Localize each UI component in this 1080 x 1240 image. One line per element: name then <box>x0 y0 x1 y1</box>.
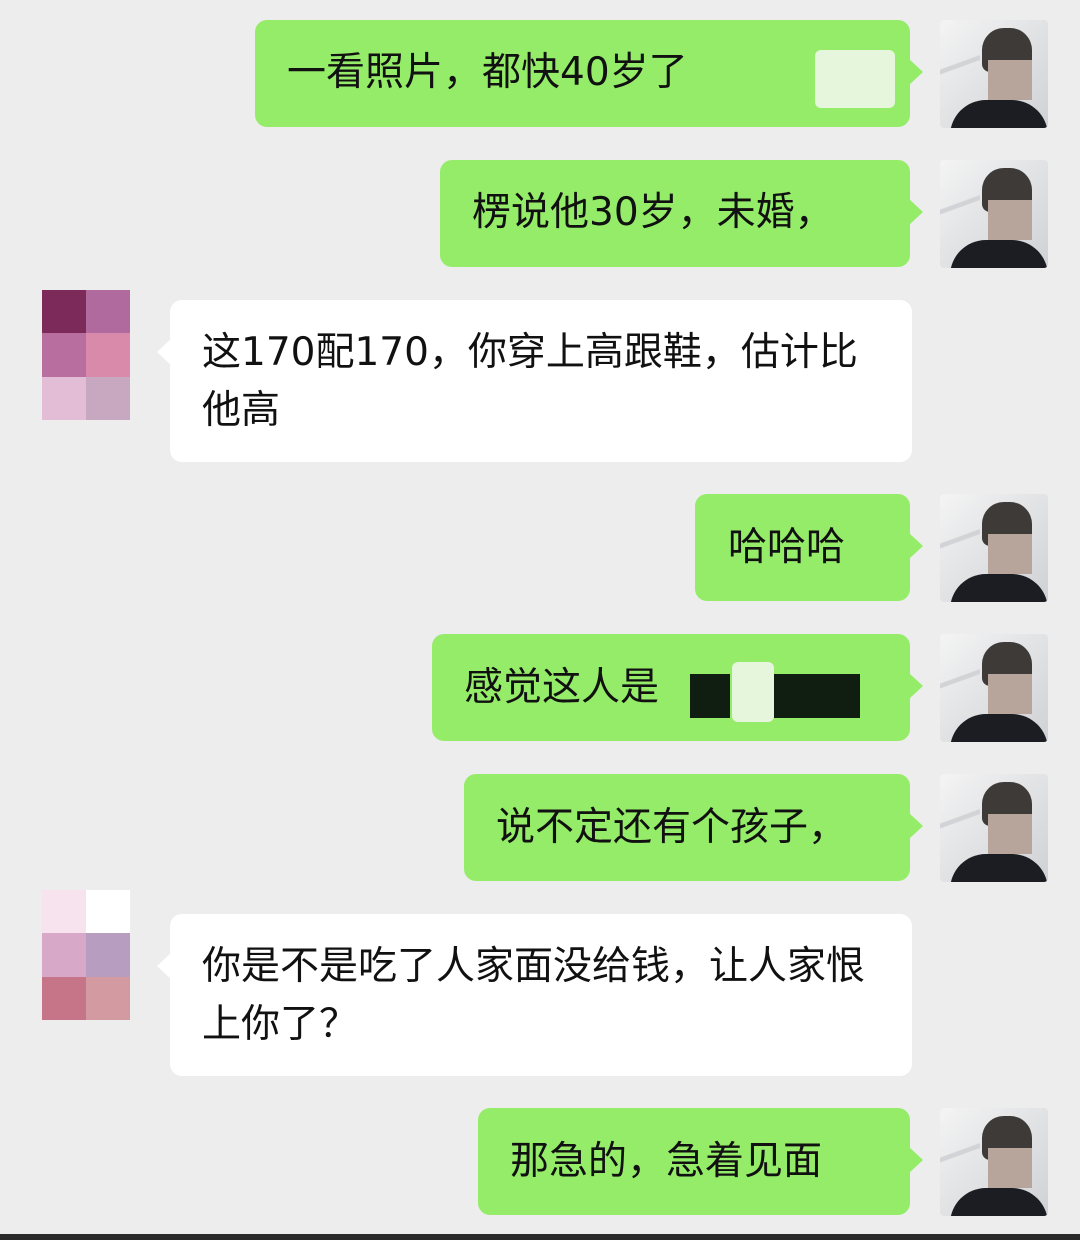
redaction-block <box>690 674 730 718</box>
bottom-edge <box>0 1234 1080 1240</box>
message-bubble[interactable]: 一看照片，都快40岁了 <box>255 20 923 127</box>
message-bubble[interactable]: 你是不是吃了人家面没给钱，让人家恨上你了？ <box>157 914 912 1076</box>
message-text: 楞说他30岁，未婚， <box>472 190 834 235</box>
my-avatar[interactable] <box>940 774 1048 882</box>
message-text: 哈哈哈 <box>728 525 846 570</box>
my-avatar[interactable] <box>940 494 1048 602</box>
my-avatar[interactable] <box>940 1108 1048 1216</box>
contact-avatar[interactable] <box>42 290 130 420</box>
message-text: 这170配170，你穿上高跟鞋，估计比他高 <box>202 330 858 433</box>
message-text: 感觉这人是 <box>464 665 660 710</box>
message-bubble[interactable]: 哈哈哈 <box>695 494 923 601</box>
message-bubble[interactable]: 这170配170，你穿上高跟鞋，估计比他高 <box>157 300 912 462</box>
message-bubble[interactable]: 说不定还有个孩子， <box>464 774 923 881</box>
contact-avatar[interactable] <box>42 890 130 1020</box>
message-bubble[interactable]: 那急的，急着见面 <box>478 1108 923 1215</box>
redaction-block <box>774 674 860 718</box>
redaction-blur <box>815 50 895 108</box>
my-avatar[interactable] <box>940 160 1048 268</box>
message-text: 一看照片，都快40岁了 <box>287 50 688 95</box>
message-text: 你是不是吃了人家面没给钱，让人家恨上你了？ <box>202 944 866 1047</box>
my-avatar[interactable] <box>940 634 1048 742</box>
message-text: 说不定还有个孩子， <box>496 805 848 850</box>
message-text: 那急的，急着见面 <box>510 1139 823 1184</box>
message-bubble[interactable]: 楞说他30岁，未婚， <box>440 160 923 267</box>
redaction-blur <box>732 662 774 722</box>
my-avatar[interactable] <box>940 20 1048 128</box>
message-bubble[interactable]: 感觉这人是 <box>432 634 923 741</box>
